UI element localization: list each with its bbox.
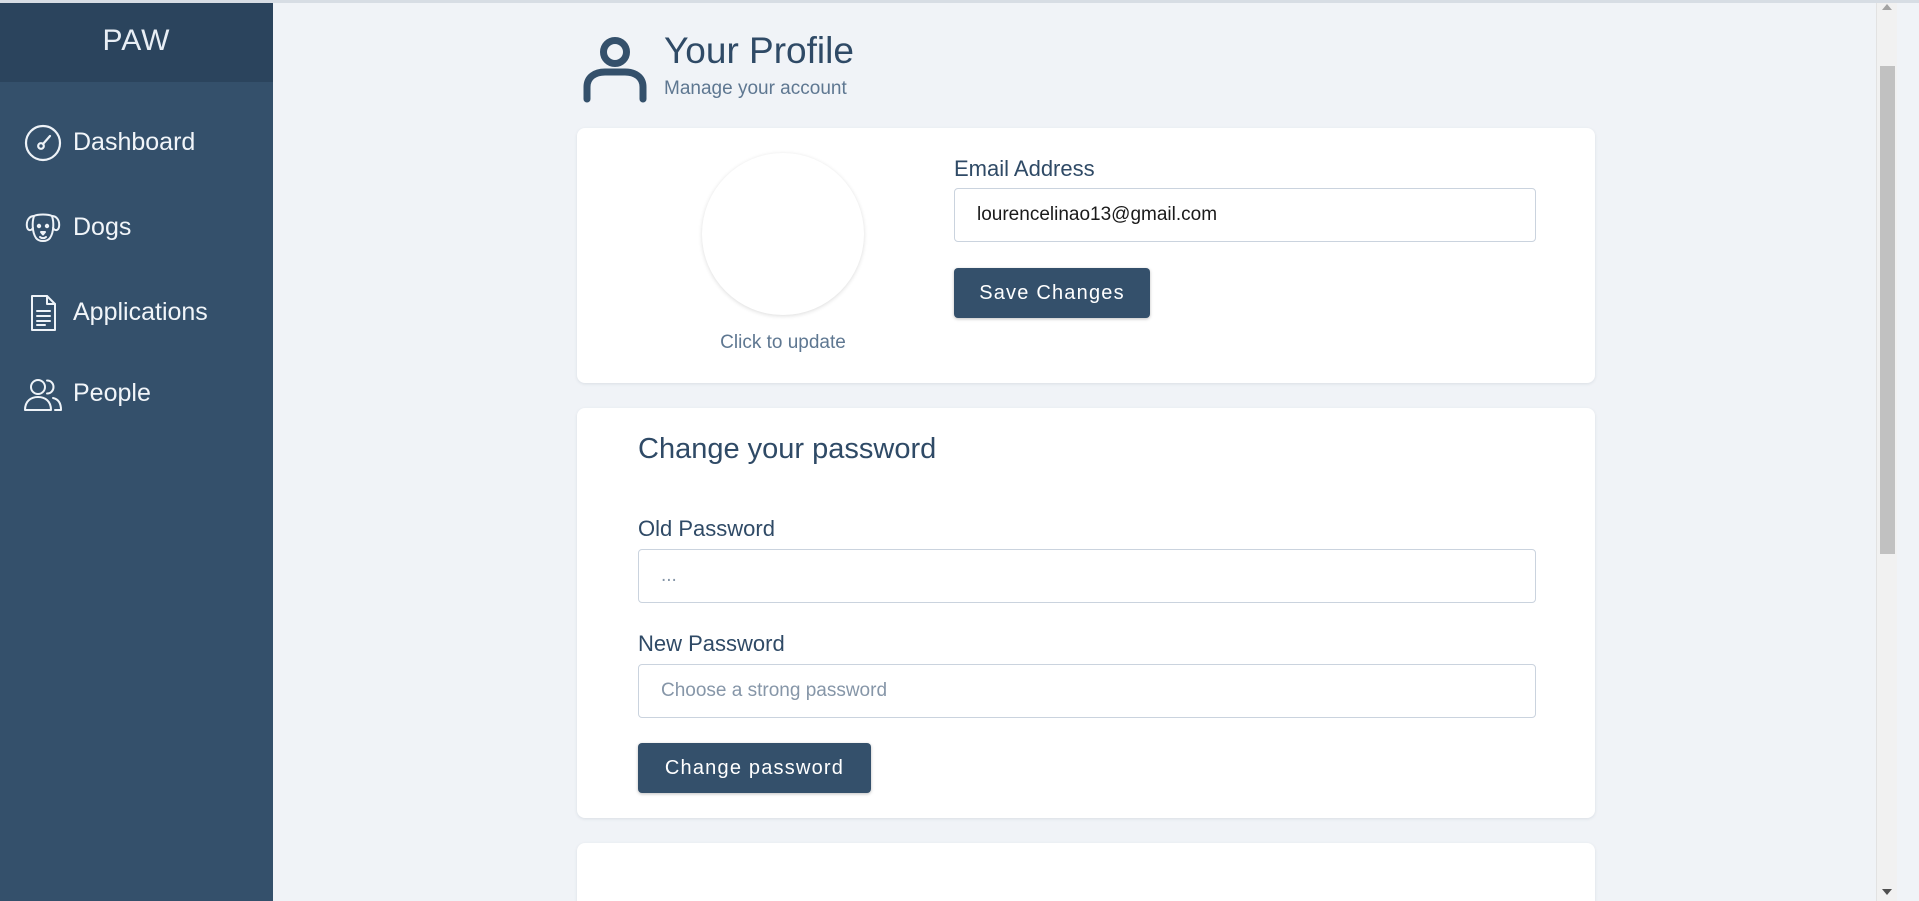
- change-password-card: Change your password Old Password New Pa…: [577, 408, 1595, 818]
- change-password-button[interactable]: Change password: [638, 743, 871, 793]
- user-icon: [577, 28, 653, 104]
- old-password-field[interactable]: [638, 549, 1536, 603]
- page-title: Your Profile: [664, 30, 854, 71]
- profile-card: Click to update Email Address Save Chang…: [577, 128, 1595, 383]
- save-changes-button[interactable]: Save Changes: [954, 268, 1150, 318]
- scroll-down-icon[interactable]: [1882, 889, 1892, 895]
- new-password-label: New Password: [638, 631, 785, 656]
- scroll-up-icon[interactable]: [1882, 4, 1892, 10]
- photo-caption: Click to update: [720, 332, 846, 353]
- sidebar-nav: Dashboard Dogs Applications People: [0, 82, 273, 416]
- vertical-scrollbar[interactable]: [1876, 0, 1897, 901]
- gauge-icon: [22, 122, 64, 164]
- sidebar-item-label: Applications: [73, 298, 208, 326]
- old-password-label: Old Password: [638, 516, 775, 541]
- people-icon: [22, 373, 64, 415]
- top-border: [0, 0, 1919, 3]
- page-subtitle: Manage your account: [664, 78, 847, 99]
- sidebar-item-label: Dogs: [73, 213, 132, 241]
- next-card: [577, 843, 1595, 901]
- sidebar: PAW Dashboard Dogs Applications People: [0, 0, 273, 901]
- main-content: Your Profile Manage your account Click t…: [273, 0, 1897, 901]
- email-label: Email Address: [954, 156, 1095, 181]
- sidebar-item-dashboard[interactable]: Dashboard: [0, 120, 273, 165]
- section-title: Change your password: [638, 433, 937, 465]
- scrollbar-thumb[interactable]: [1880, 66, 1895, 554]
- sidebar-item-people[interactable]: People: [0, 371, 273, 416]
- sidebar-item-applications[interactable]: Applications: [0, 290, 273, 335]
- sidebar-item-label: People: [73, 379, 151, 407]
- document-icon: [22, 292, 64, 334]
- dog-icon: [22, 207, 64, 249]
- profile-photo-upload[interactable]: [702, 153, 864, 315]
- sidebar-item-dogs[interactable]: Dogs: [0, 205, 273, 250]
- sidebar-item-label: Dashboard: [73, 128, 196, 156]
- email-field[interactable]: [954, 188, 1536, 242]
- brand-logo[interactable]: PAW: [0, 0, 273, 82]
- new-password-field[interactable]: [638, 664, 1536, 718]
- page-header: Your Profile Manage your account: [577, 28, 1077, 108]
